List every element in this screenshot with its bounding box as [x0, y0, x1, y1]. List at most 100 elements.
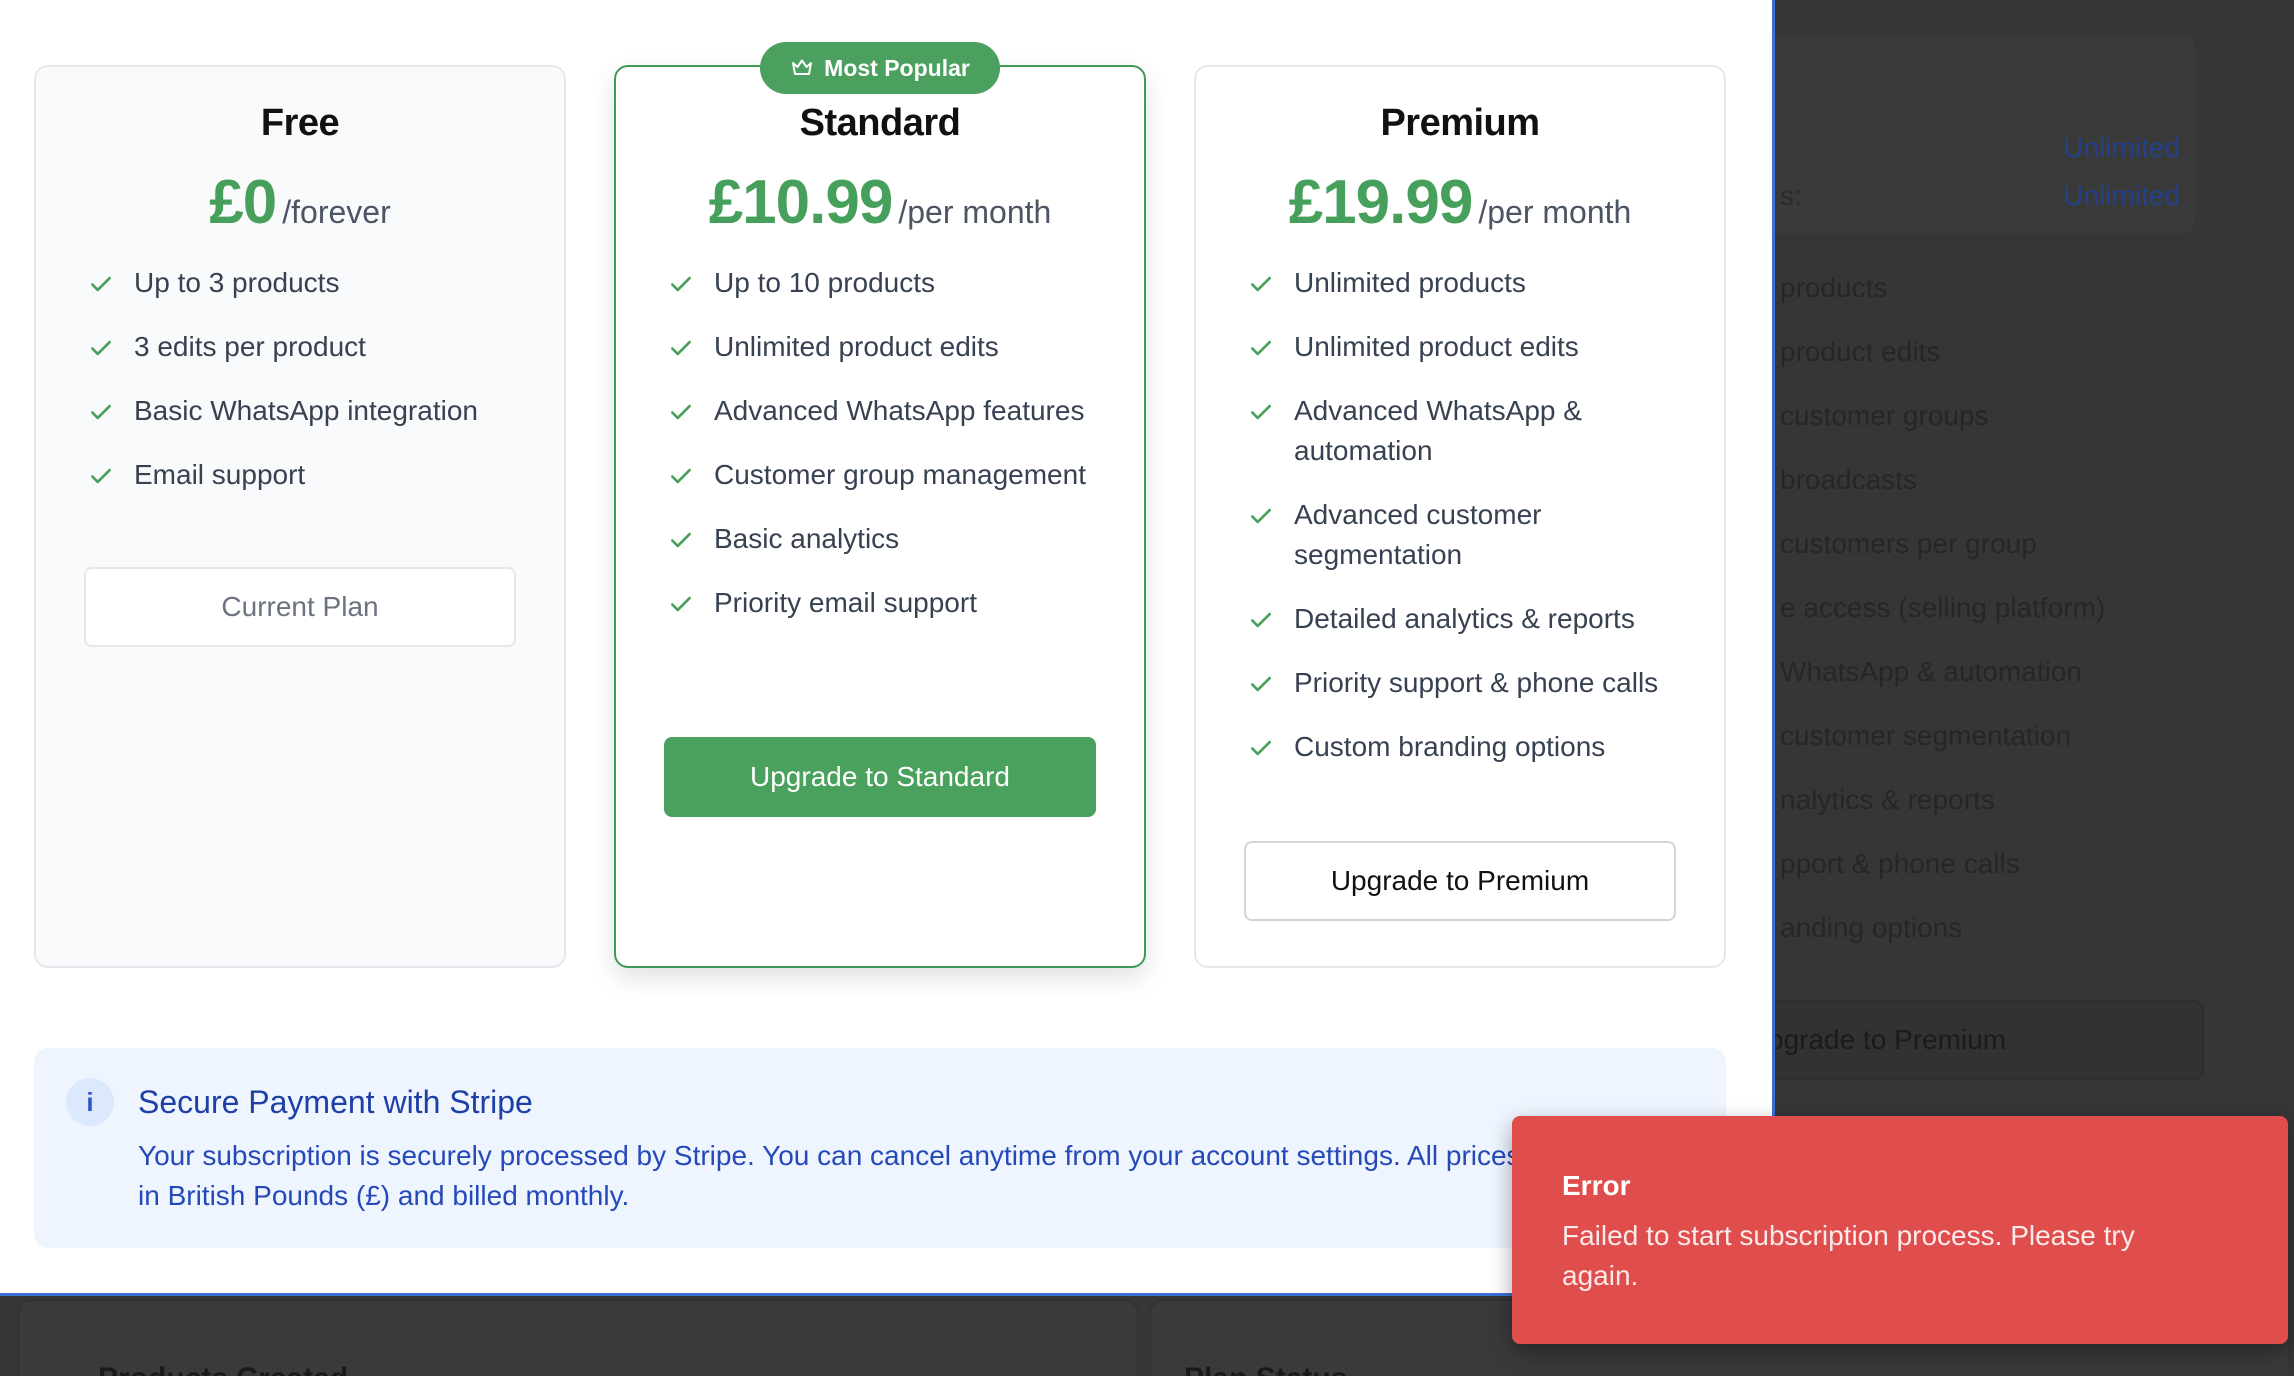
plan-price: £0	[209, 168, 277, 237]
badge-label: Most Popular	[824, 54, 970, 81]
plan-name: Standard	[799, 102, 961, 144]
feature-item: Priority support & phone calls	[1248, 663, 1698, 703]
feature-label: Customer group management	[714, 459, 1086, 490]
check-icon	[1251, 676, 1271, 692]
feature-item: Advanced WhatsApp & automation	[1248, 391, 1698, 471]
background-feature: customer segmentation	[1780, 720, 2072, 751]
check-icon	[1251, 508, 1271, 524]
background-upgrade-button: pgrade to Premium	[1730, 1000, 2204, 1080]
background-stat-label: Plan Status	[1184, 1362, 1347, 1376]
background-feature: product edits	[1780, 336, 1941, 367]
check-icon	[671, 276, 691, 292]
feature-item: Customer group management	[668, 455, 1118, 495]
plan-price: £10.99	[708, 168, 894, 237]
price-row: £19.99/per month	[1196, 167, 1724, 238]
plan-period: /per month	[898, 194, 1052, 230]
check-icon	[91, 340, 111, 356]
upgrade-standard-button[interactable]: Upgrade to Standard	[664, 737, 1096, 817]
plan-period: /forever	[282, 194, 391, 230]
plan-card-free: Free £0/forever Up to 3 products 3 edits…	[34, 65, 566, 968]
feature-label: Advanced WhatsApp features	[714, 395, 1085, 426]
feature-label: Custom branding options	[1294, 731, 1606, 762]
feature-item: Basic WhatsApp integration	[88, 391, 538, 431]
feature-item: Unlimited products	[1248, 263, 1698, 303]
check-icon	[91, 404, 111, 420]
feature-label: Unlimited product edits	[1294, 331, 1579, 362]
check-icon	[671, 340, 691, 356]
info-icon: i	[66, 1078, 114, 1126]
feature-label: Advanced WhatsApp & automation	[1294, 395, 1582, 466]
crown-icon	[792, 59, 813, 75]
check-icon	[671, 404, 691, 420]
check-icon	[91, 468, 111, 484]
upgrade-premium-button[interactable]: Upgrade to Premium	[1244, 841, 1676, 921]
check-icon	[1251, 612, 1271, 628]
feature-item: Up to 3 products	[88, 263, 538, 303]
feature-label: Email support	[134, 459, 306, 490]
check-icon	[1251, 404, 1271, 420]
price-row: £0/forever	[36, 167, 564, 238]
feature-item: Detailed analytics & reports	[1248, 599, 1698, 639]
plan-card-standard: Standard £10.99/per month Up to 10 produ…	[614, 65, 1146, 968]
feature-item: Priority email support	[668, 583, 1118, 623]
feature-label: Basic WhatsApp integration	[134, 395, 478, 426]
feature-list: Up to 10 products Unlimited product edit…	[668, 263, 1118, 647]
background-feature: products	[1780, 272, 1888, 303]
feature-label: Up to 3 products	[134, 267, 340, 298]
feature-label: Basic analytics	[714, 523, 900, 554]
feature-label: Advanced customer segmentation	[1294, 499, 1542, 570]
plan-name: Premium	[1380, 102, 1540, 144]
toast-title: Error	[1562, 1170, 1631, 1201]
stripe-info-box: i Secure Payment with Stripe Your subscr…	[34, 1048, 1726, 1248]
feature-label: Unlimited product edits	[714, 331, 999, 362]
check-icon	[1251, 740, 1271, 756]
background-feature: anding options	[1780, 912, 1963, 943]
current-plan-button[interactable]: Current Plan	[84, 567, 516, 647]
feature-item: Unlimited product edits	[1248, 327, 1698, 367]
check-icon	[671, 596, 691, 612]
feature-list: Up to 3 products 3 edits per product Bas…	[88, 263, 538, 519]
background-feature: nalytics & reports	[1780, 784, 1995, 815]
plan-card-premium: Premium £19.99/per month Unlimited produ…	[1194, 65, 1726, 968]
most-popular-badge: Most Popular	[760, 42, 1000, 94]
plan-price: £19.99	[1288, 168, 1474, 237]
background-feature: pport & phone calls	[1780, 848, 2020, 879]
feature-label: Priority support & phone calls	[1294, 667, 1659, 698]
feature-item: Basic analytics	[668, 519, 1118, 559]
background-limit-label: s:	[1780, 180, 1802, 211]
toast-message: Failed to start subscription process. Pl…	[1562, 1220, 2135, 1291]
feature-label: Unlimited products	[1294, 267, 1526, 298]
check-icon	[1251, 340, 1271, 356]
plan-name: Free	[260, 102, 340, 144]
info-title: Secure Payment with Stripe	[138, 1084, 533, 1120]
info-text: Your subscription is securely processed …	[138, 1140, 1569, 1211]
feature-label: Priority email support	[714, 587, 977, 618]
feature-label: Up to 10 products	[714, 267, 936, 298]
plan-period: /per month	[1478, 194, 1632, 230]
feature-item: Advanced customer segmentation	[1248, 495, 1698, 575]
feature-item: Up to 10 products	[668, 263, 1118, 303]
background-limit-value: Unlimited	[2063, 132, 2180, 163]
feature-item: Custom branding options	[1248, 727, 1698, 767]
feature-item: Advanced WhatsApp features	[668, 391, 1118, 431]
background-feature: broadcasts	[1780, 464, 1917, 495]
price-row: £10.99/per month	[616, 167, 1144, 238]
feature-item: Email support	[88, 455, 538, 495]
feature-label: 3 edits per product	[134, 331, 366, 362]
feature-label: Detailed analytics & reports	[1294, 603, 1635, 634]
background-feature: customer groups	[1780, 400, 1989, 431]
check-icon	[671, 532, 691, 548]
error-toast[interactable]: Error Failed to start subscription proce…	[1512, 1116, 2288, 1344]
background-feature: WhatsApp & automation	[1780, 656, 2082, 687]
check-icon	[671, 468, 691, 484]
background-feature: e access (selling platform)	[1780, 592, 2106, 623]
feature-item: 3 edits per product	[88, 327, 538, 367]
pricing-modal: Free £0/forever Up to 3 products 3 edits…	[0, 0, 1775, 1296]
background-stat-label: Products Created	[98, 1362, 348, 1376]
feature-list: Unlimited products Unlimited product edi…	[1248, 263, 1698, 791]
check-icon	[91, 276, 111, 292]
background-limit-value: Unlimited	[2063, 180, 2180, 211]
feature-item: Unlimited product edits	[668, 327, 1118, 367]
background-feature: customers per group	[1780, 528, 2037, 559]
check-icon	[1251, 276, 1271, 292]
